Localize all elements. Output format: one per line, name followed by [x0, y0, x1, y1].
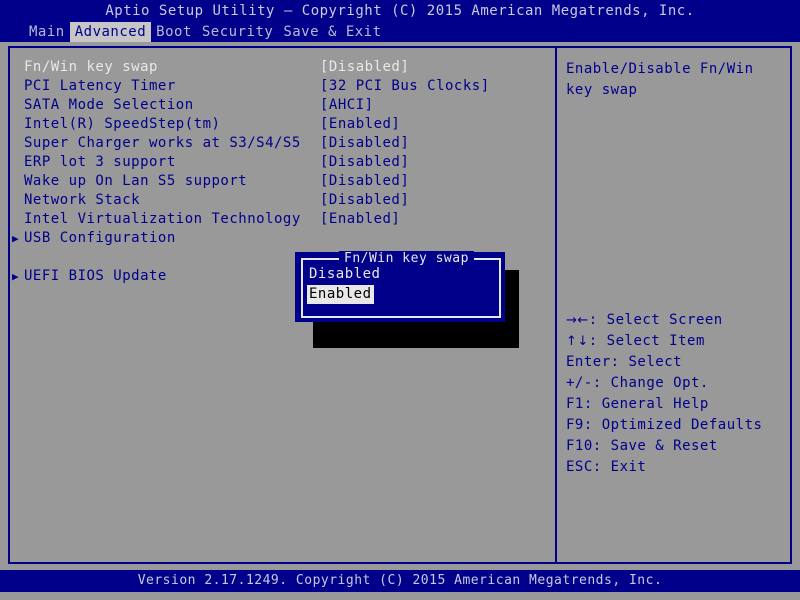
- nav-help-text: : Select Screen: [588, 312, 723, 328]
- bios-setup-screen: Aptio Setup Utility – Copyright (C) 2015…: [0, 0, 800, 600]
- settings-row-value[interactable]: [Disabled]: [320, 58, 409, 77]
- nav-help-text: ESC: Exit: [566, 459, 647, 475]
- tab-save-exit[interactable]: Save & Exit: [278, 22, 386, 42]
- settings-row[interactable]: SATA Mode Selection [AHCI]: [10, 96, 555, 115]
- menu-tab-bar: Main Advanced Boot Security Save & Exit: [0, 22, 800, 42]
- option-item-enabled[interactable]: Enabled: [307, 285, 374, 304]
- help-description: Enable/Disable Fn/Win key swap: [566, 61, 754, 98]
- settings-row[interactable]: ▶ USB Configuration: [10, 229, 555, 248]
- nav-help-line: F10: Save & Reset: [566, 436, 788, 457]
- nav-help-text: : Select Item: [588, 333, 705, 349]
- option-dialog[interactable]: Fn/Win key swap Disabled Enabled: [295, 251, 505, 322]
- left-right-arrow-icon: →←: [566, 313, 589, 328]
- settings-row-value[interactable]: [Disabled]: [320, 134, 409, 153]
- nav-help-line: F1: General Help: [566, 394, 788, 415]
- tab-advanced[interactable]: Advanced: [69, 22, 152, 42]
- settings-row-value[interactable]: [Disabled]: [320, 172, 409, 191]
- tab-boot[interactable]: Boot: [151, 22, 197, 42]
- settings-row-label: SATA Mode Selection: [24, 97, 194, 113]
- settings-row-label: ERP lot 3 support: [24, 154, 176, 170]
- nav-help-line: →←: Select Screen: [566, 310, 788, 331]
- option-dialog-inner: Fn/Win key swap Disabled Enabled: [301, 251, 501, 318]
- nav-help-line: ESC: Exit: [566, 457, 788, 478]
- nav-help-text: Enter: Select: [566, 354, 683, 370]
- nav-help-line: Enter: Select: [566, 352, 788, 373]
- submenu-arrow-icon: ▶: [12, 232, 19, 245]
- settings-row-label: UEFI BIOS Update: [24, 268, 167, 284]
- settings-row-value[interactable]: [Enabled]: [320, 210, 400, 229]
- settings-row[interactable]: PCI Latency Timer [32 PCI Bus Clocks]: [10, 77, 555, 96]
- settings-row-value[interactable]: [32 PCI Bus Clocks]: [320, 77, 490, 96]
- settings-row-value[interactable]: [AHCI]: [320, 96, 374, 115]
- version-footer: Version 2.17.1249. Copyright (C) 2015 Am…: [0, 570, 800, 592]
- settings-row[interactable]: Intel Virtualization Technology [Enabled]: [10, 210, 555, 229]
- nav-help-line: F9: Optimized Defaults: [566, 415, 788, 436]
- page-title: Aptio Setup Utility – Copyright (C) 2015…: [0, 0, 800, 22]
- settings-row-label: Fn/Win key swap: [24, 59, 158, 75]
- nav-help-text: F1: General Help: [566, 396, 709, 412]
- settings-row[interactable]: Super Charger works at S3/S4/S5 [Disabled…: [10, 134, 555, 153]
- option-item-disabled[interactable]: Disabled: [307, 265, 382, 284]
- pane-divider: [555, 46, 557, 564]
- settings-row[interactable]: Intel(R) SpeedStep(tm) [Enabled]: [10, 115, 555, 134]
- settings-row-label: Intel(R) SpeedStep(tm): [24, 116, 221, 132]
- settings-row[interactable]: Network Stack [Disabled]: [10, 191, 555, 210]
- settings-row-label: Wake up On Lan S5 support: [24, 173, 248, 189]
- settings-row-value[interactable]: [Disabled]: [320, 191, 409, 210]
- settings-row[interactable]: Fn/Win key swap [Disabled]: [10, 58, 555, 77]
- settings-row[interactable]: ERP lot 3 support [Disabled]: [10, 153, 555, 172]
- nav-help-text: F9: Optimized Defaults: [566, 417, 763, 433]
- settings-row[interactable]: Wake up On Lan S5 support [Disabled]: [10, 172, 555, 191]
- settings-row-label: USB Configuration: [24, 230, 176, 246]
- nav-help-line: ↑↓: Select Item: [566, 331, 788, 352]
- settings-row-value[interactable]: [Enabled]: [320, 115, 400, 134]
- settings-row-label: Super Charger works at S3/S4/S5: [24, 135, 301, 151]
- settings-row-value[interactable]: [Disabled]: [320, 153, 409, 172]
- nav-help-text: +/-: Change Opt.: [566, 375, 709, 391]
- settings-row-label: Network Stack: [24, 192, 141, 208]
- submenu-arrow-icon: ▶: [12, 270, 19, 283]
- tab-security[interactable]: Security: [197, 22, 278, 42]
- nav-help-text: F10: Save & Reset: [566, 438, 718, 454]
- settings-row-label: Intel Virtualization Technology: [24, 211, 301, 227]
- nav-help-line: +/-: Change Opt.: [566, 373, 788, 394]
- tab-main[interactable]: Main: [24, 22, 70, 42]
- up-down-arrow-icon: ↑↓: [566, 334, 589, 349]
- settings-row-label: PCI Latency Timer: [24, 78, 176, 94]
- navigation-help: →←: Select Screen ↑↓: Select Item Enter: S…: [566, 310, 788, 478]
